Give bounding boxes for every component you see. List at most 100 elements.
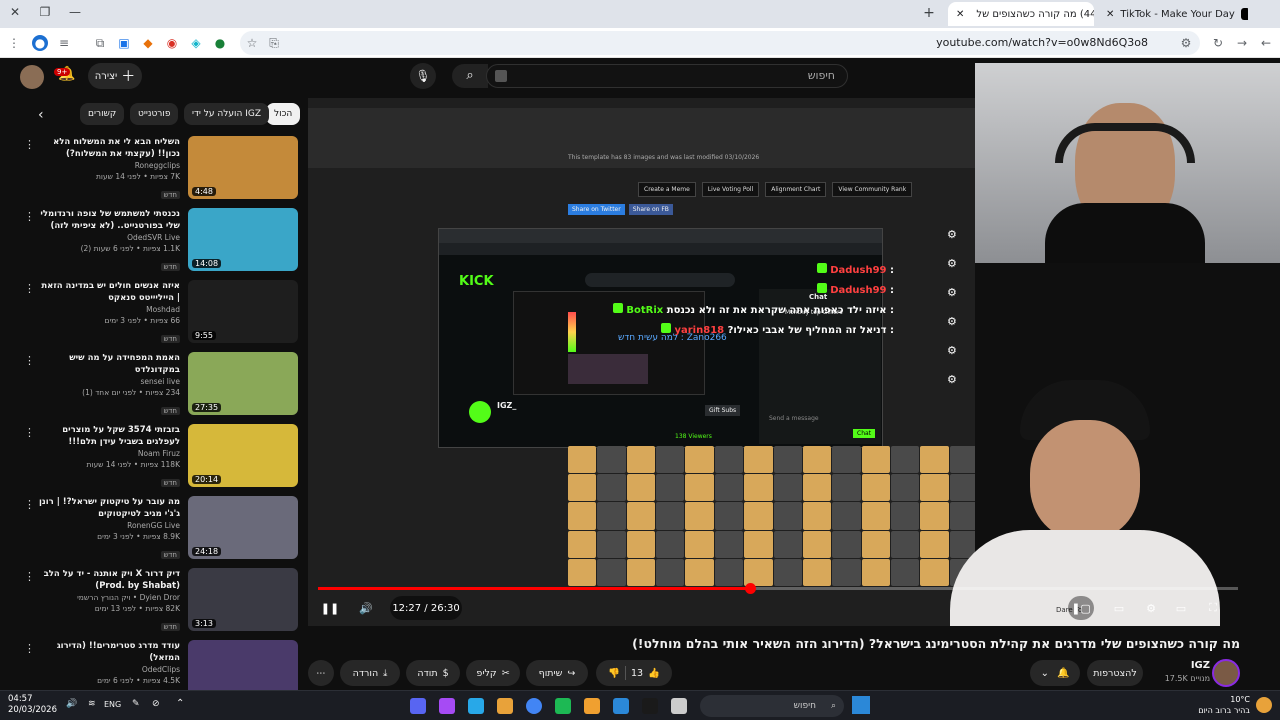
video-title[interactable]: איזה אנשים חולים יש במדינה הזאת | הייליי… <box>38 280 180 304</box>
more-options-icon[interactable]: ⋮ <box>24 354 35 367</box>
profile-icon[interactable]: ● <box>32 35 48 51</box>
forward-icon[interactable]: → <box>1234 35 1250 51</box>
like-icon[interactable]: 👍 <box>648 668 660 679</box>
list-item[interactable]: 27:35 האמת המפחידה על מה שיש במקדונלדס s… <box>24 352 300 418</box>
chip-all[interactable]: הכול <box>266 103 301 125</box>
like-count[interactable]: 13 <box>631 668 643 679</box>
channel-name[interactable]: Moshdad <box>38 304 180 315</box>
minimize-window-icon[interactable]: — <box>66 5 84 19</box>
back-icon[interactable]: ← <box>1258 35 1274 51</box>
terminal-icon[interactable] <box>642 698 658 714</box>
clip-button[interactable]: קליפ ✂ <box>466 660 520 686</box>
video-title[interactable]: מה עובר על טיקטוק ישראל?! | רונן ג'ג'י מ… <box>38 496 180 520</box>
clock[interactable]: 04:57 20/03/2026 <box>8 694 57 716</box>
more-options-icon[interactable]: ⋮ <box>24 426 35 439</box>
more-options-icon[interactable]: ⋮ <box>24 282 35 295</box>
download-button[interactable]: הורדה ⤓ <box>340 660 400 686</box>
fullscreen-icon[interactable]: ⛶ <box>1202 596 1224 620</box>
video-thumbnail[interactable]: 24:18 <box>188 496 298 559</box>
url-text[interactable]: youtube.com/watch?v=o0w8Nd6Q3o8 <box>936 36 1148 49</box>
app-icon[interactable] <box>584 698 600 714</box>
meme-button[interactable]: Live Voting Poll <box>701 182 760 197</box>
volume-icon[interactable]: 🔊 <box>354 596 378 620</box>
video-title[interactable]: עודד מדרג סטרימרים!! (הדירוג המזאל) <box>38 640 180 664</box>
list-item[interactable]: 9:55 איזה אנשים חולים יש במדינה הזאת | ה… <box>24 280 300 346</box>
app-icon[interactable] <box>439 698 455 714</box>
miniplayer-toggle-icon[interactable]: ❚▢ <box>1068 596 1094 620</box>
settings-gear-icon[interactable]: ⚙ <box>1140 596 1162 620</box>
pause-icon[interactable]: ❚❚ <box>318 596 342 620</box>
pen-icon[interactable]: ✎ <box>132 699 140 709</box>
video-title[interactable]: האמת המפחידה על מה שיש במקדונלדס <box>38 352 180 376</box>
share-twitter-button[interactable]: Share on Twitter <box>568 204 625 215</box>
list-item[interactable]: 20:14 בזבזתי 3574 שקל על מוצרים לעפלגים … <box>24 424 300 490</box>
discord-icon[interactable] <box>410 698 426 714</box>
chip-uploaded-by[interactable]: הועלה על ידי IGZ <box>184 103 270 125</box>
voice-search-icon[interactable]: 🎙 <box>410 63 436 89</box>
reading-list-icon[interactable]: ≡ <box>56 35 72 51</box>
files-icon[interactable] <box>497 698 513 714</box>
chip-fortnite[interactable]: פורטנייט <box>130 103 179 125</box>
channel-name[interactable]: OdedSVR Live <box>38 232 180 243</box>
list-item[interactable]: 4:48 השליח הבא לי את המשלוח הלא נכון!! (… <box>24 136 300 202</box>
chips-back-chevron-icon[interactable]: ‹ <box>38 107 44 123</box>
list-item[interactable]: 24:18 מה עובר על טיקטוק ישראל?! | רונן ג… <box>24 496 300 562</box>
video-title[interactable]: השליח הבא לי את המשלוח הלא נכון!! (עקצתי… <box>38 136 180 160</box>
telegram-icon[interactable] <box>468 698 484 714</box>
video-thumbnail[interactable]: 4:48 <box>188 136 298 199</box>
extension-icon[interactable]: ◉ <box>164 35 180 51</box>
keyboard-icon[interactable] <box>495 70 507 82</box>
subscribe-button[interactable]: להצטרפות <box>1087 660 1143 686</box>
list-item[interactable]: 3:13 דיק דרור X ויק אותנה - יד על הלב (P… <box>24 568 300 634</box>
overlay-gear-icon[interactable]: ⚙ <box>947 286 957 299</box>
chrome-icon[interactable] <box>526 698 542 714</box>
more-options-icon[interactable]: ⋮ <box>24 498 35 511</box>
video-title[interactable]: נכנסתי למשתמש של צופה ורנדומלי שלי בפורט… <box>38 208 180 232</box>
weather-widget[interactable]: 10°C בהיר ברוב היום <box>1198 694 1250 716</box>
notification-bell-button[interactable]: ⌄ 🔔 <box>1030 660 1080 686</box>
thanks-button[interactable]: תודה $ <box>406 660 460 686</box>
install-app-icon[interactable]: ⎘ <box>266 35 282 51</box>
tab-close-icon[interactable]: ✕ <box>956 9 964 20</box>
overlay-gear-icon[interactable]: ⚙ <box>947 228 957 241</box>
avatar[interactable] <box>20 65 44 89</box>
overlay-gear-icon[interactable]: ⚙ <box>947 315 957 328</box>
channel-name[interactable]: IGZ <box>1191 660 1210 671</box>
subtitles-icon[interactable]: ▭ <box>1108 596 1130 620</box>
more-options-icon[interactable]: ⋮ <box>24 210 35 223</box>
tab-tiktok[interactable]: ✕ TikTok - Make Your Day <box>1098 2 1248 26</box>
more-options-icon[interactable]: ⋮ <box>24 138 35 151</box>
wifi-icon[interactable]: ≋ <box>88 699 96 709</box>
meme-button[interactable]: Create a Meme <box>638 182 696 197</box>
extension-icon[interactable]: ◈ <box>188 35 204 51</box>
video-thumbnail[interactable]: 3:13 <box>188 568 298 631</box>
progress-bar[interactable] <box>318 583 1238 594</box>
video-thumbnail[interactable]: 27:35 <box>188 352 298 415</box>
grid-app-icon[interactable] <box>613 698 629 714</box>
video-thumbnail[interactable]: 9:55 <box>188 280 298 343</box>
video-thumbnail[interactable]: 14:08 <box>188 208 298 271</box>
meme-button[interactable]: Alignment Chart <box>765 182 827 197</box>
tray-chevron-up-icon[interactable]: ⌃ <box>176 698 184 709</box>
more-options-icon[interactable]: ⋮ <box>24 570 35 583</box>
list-item[interactable]: 14:08 נכנסתי למשתמש של צופה ורנדומלי שלי… <box>24 208 300 274</box>
share-button[interactable]: שיתוף ↪ <box>526 660 588 686</box>
restore-window-icon[interactable]: ❐ <box>36 5 54 19</box>
overlay-gear-icon[interactable]: ⚙ <box>947 257 957 270</box>
video-title[interactable]: דיק דרור X ויק אותנה - יד על הלב (Prod. … <box>38 568 180 592</box>
channel-name[interactable]: sensei live <box>38 376 181 387</box>
channel-name[interactable]: Roneggclips <box>38 160 180 171</box>
video-title[interactable]: בזבזתי 3574 שקל על מוצרים לעפלגים בשביל … <box>38 424 180 448</box>
extensions-icon[interactable]: ⧉ <box>92 35 108 51</box>
extension-icon[interactable]: ▣ <box>116 35 132 51</box>
menu-icon[interactable]: ⋮ <box>6 35 22 51</box>
channel-avatar[interactable] <box>1212 659 1240 687</box>
search-input[interactable]: חיפוש <box>486 64 848 88</box>
dislike-button[interactable]: 👎 <box>608 668 620 679</box>
chip-related[interactable]: קשורים <box>80 103 125 125</box>
more-options-icon[interactable]: ⋮ <box>24 642 35 655</box>
channel-name[interactable]: RonenGG Live <box>38 520 180 531</box>
kick-streamer-avatar[interactable] <box>469 401 491 423</box>
extension-icon[interactable]: ◆ <box>140 35 156 51</box>
windows-start-icon[interactable] <box>852 696 870 714</box>
